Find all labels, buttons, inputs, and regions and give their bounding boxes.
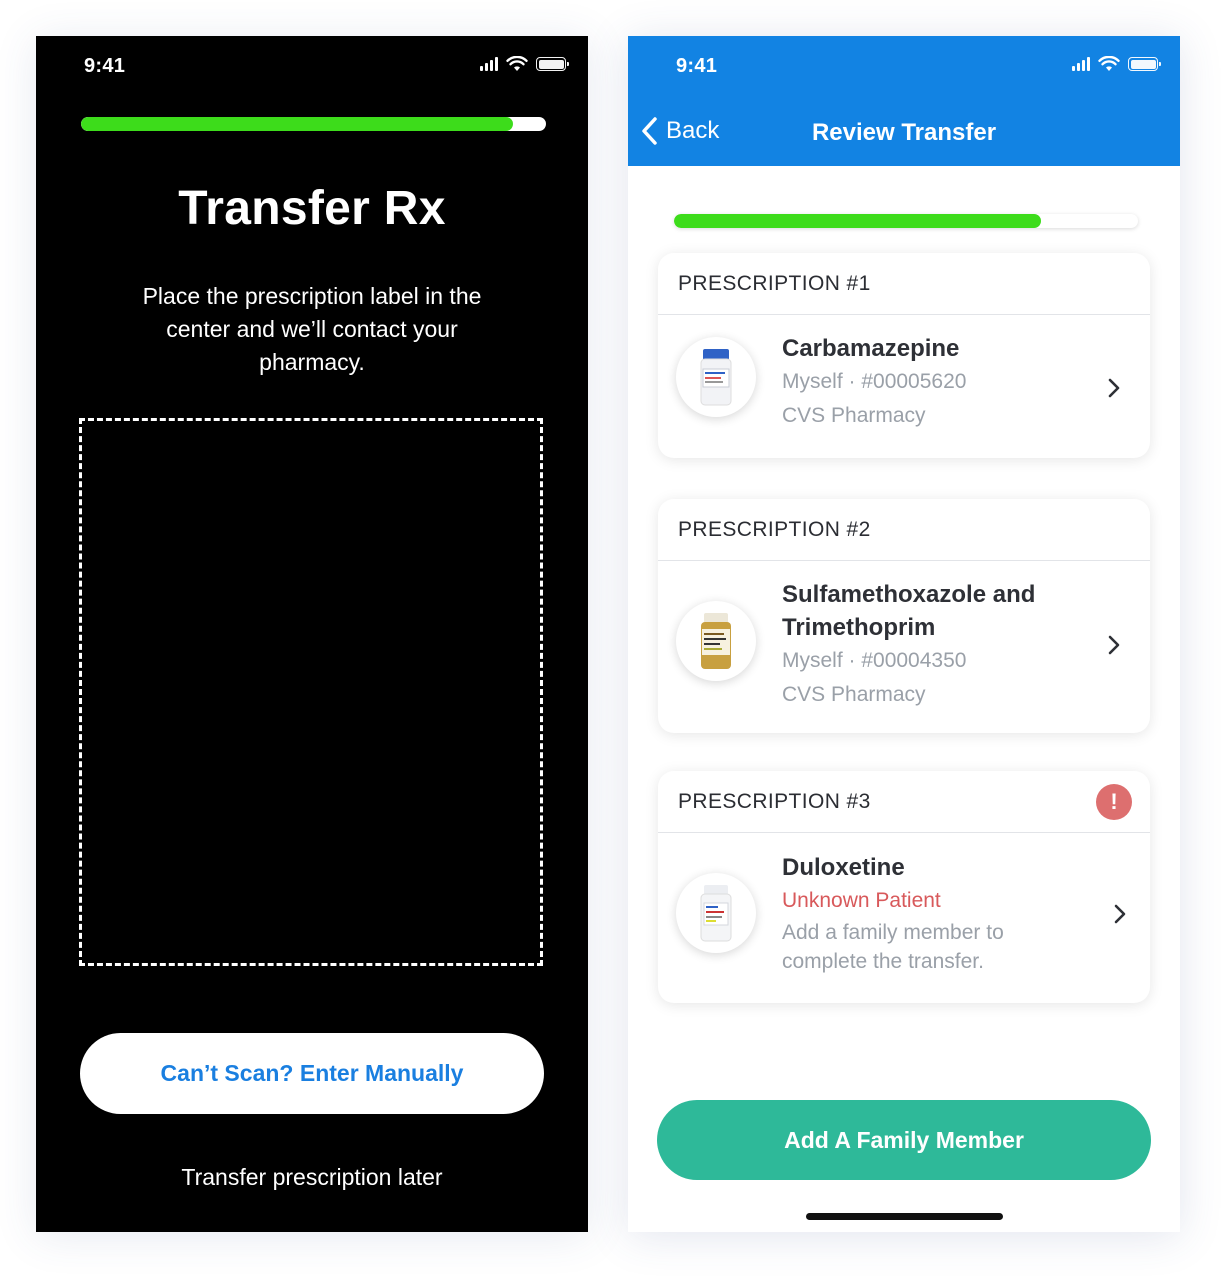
pill-bottle-icon xyxy=(676,601,756,681)
pill-bottle-icon xyxy=(676,873,756,953)
drug-name-line1: Sulfamethoxazole and xyxy=(782,581,1036,608)
wifi-icon xyxy=(506,56,528,71)
pharmacy-name: CVS Pharmacy xyxy=(782,404,926,427)
nav-header: 9:41 Back Review Transfer xyxy=(628,36,1180,166)
page-title: Transfer Rx xyxy=(178,182,446,235)
review-transfer-screen: 9:41 Back Review Transfer PRESCRIPTION #… xyxy=(628,36,1180,1232)
status-bar: 9:41 xyxy=(628,36,1180,96)
prescription-header: PRESCRIPTION #2 xyxy=(678,518,871,541)
drug-name: Carbamazepine xyxy=(782,335,960,362)
prescription-header: PRESCRIPTION #3 xyxy=(678,790,871,813)
unknown-patient-text: Unknown Patient xyxy=(782,889,941,912)
nav-title: Review Transfer xyxy=(811,119,997,146)
pharmacy-name: CVS Pharmacy xyxy=(782,683,926,706)
add-family-member-button[interactable]: Add A Family Member xyxy=(657,1100,1151,1180)
note-line2: complete the transfer. xyxy=(782,950,984,973)
transfer-later-link[interactable]: Transfer prescription later xyxy=(36,1164,588,1191)
status-time: 9:41 xyxy=(676,55,718,77)
drug-name-line2: Trimethoprim xyxy=(782,614,936,641)
progress-bar xyxy=(674,214,1138,228)
prescription-card[interactable]: PRESCRIPTION #2 Sulfamethoxazole and Tri… xyxy=(658,499,1150,733)
note-line1: Add a family member to xyxy=(782,921,1004,944)
wifi-icon xyxy=(1098,56,1120,71)
signal-icon xyxy=(1072,57,1090,71)
enter-manually-button[interactable]: Can’t Scan? Enter Manually xyxy=(80,1033,544,1114)
prescription-header: PRESCRIPTION #1 xyxy=(678,272,871,295)
signal-icon xyxy=(480,57,498,71)
chevron-right-icon xyxy=(1108,378,1120,398)
scan-frame[interactable] xyxy=(79,418,543,966)
patient-line: Myself · #00004350 xyxy=(782,649,967,672)
battery-icon xyxy=(1128,57,1161,71)
patient-line: Myself · #00005620 xyxy=(782,370,967,393)
chevron-right-icon xyxy=(1114,904,1126,924)
status-time: 9:41 xyxy=(84,55,126,77)
status-bar: 9:41 xyxy=(36,36,588,96)
drug-name: Duloxetine xyxy=(782,854,905,881)
home-indicator[interactable] xyxy=(806,1213,1003,1220)
progress-bar xyxy=(81,117,546,131)
battery-icon xyxy=(536,57,569,71)
chevron-right-icon xyxy=(1108,635,1120,655)
pill-bottle-icon xyxy=(676,337,756,417)
alert-icon[interactable]: ! xyxy=(1096,784,1132,820)
prescription-card[interactable]: PRESCRIPTION #3 ! Duloxetine Unknown Pat… xyxy=(658,771,1150,1003)
scan-screen: 9:41 Transfer Rx Place the prescription … xyxy=(36,36,588,1232)
instructions-text: Place the prescription label in the cent… xyxy=(142,283,482,375)
prescription-card[interactable]: PRESCRIPTION #1 Carbamazepine Myself · #… xyxy=(658,253,1150,458)
